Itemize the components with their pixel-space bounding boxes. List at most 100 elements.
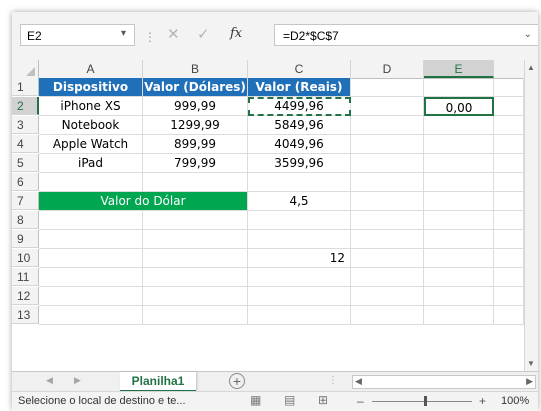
cell-c4[interactable]: 4049,96 [248, 135, 351, 154]
vertical-scrollbar[interactable]: ▲ ▼ [524, 60, 538, 371]
scroll-left-icon[interactable]: ◀ [355, 376, 362, 387]
insert-function-icon[interactable]: fx [230, 26, 242, 41]
column-header-b[interactable]: B [143, 60, 248, 78]
cell-c6[interactable] [248, 173, 351, 192]
cell-f12[interactable] [494, 287, 524, 306]
add-sheet-icon[interactable]: + [229, 373, 245, 389]
cell-f7[interactable] [494, 192, 524, 211]
normal-view-icon[interactable]: ▦ [250, 394, 262, 406]
cell-b11[interactable] [143, 268, 248, 287]
cell-a8[interactable] [39, 211, 143, 230]
dollar-label-cell[interactable]: Valor do Dólar [39, 192, 248, 211]
zoom-level[interactable]: 100% [501, 395, 529, 407]
cell-b8[interactable] [143, 211, 248, 230]
cell-f6[interactable] [494, 173, 524, 192]
row-header-11[interactable]: 11 [12, 268, 39, 286]
zoom-slider[interactable] [372, 401, 472, 402]
scroll-down-icon[interactable]: ▼ [527, 359, 535, 368]
cell-e2-active[interactable]: 0,00 [424, 97, 494, 116]
cell-a10[interactable] [39, 249, 143, 268]
header-cell-valor-reais[interactable]: Valor (Reais) [248, 78, 351, 97]
cell-e6[interactable] [424, 173, 494, 192]
cell-b6[interactable] [143, 173, 248, 192]
column-header-d[interactable]: D [351, 60, 424, 78]
formula-input[interactable]: =D2*$C$7 ⌄ [274, 24, 538, 46]
expand-formula-icon[interactable]: ⌄ [524, 29, 532, 40]
column-header-c[interactable]: C [248, 60, 351, 78]
cell-d2[interactable] [351, 97, 424, 116]
scroll-up-icon[interactable]: ▲ [527, 63, 535, 72]
cell-d8[interactable] [351, 211, 424, 230]
cell-a6[interactable] [39, 173, 143, 192]
row-header-1[interactable]: 1 [12, 78, 39, 96]
row-header-13[interactable]: 13 [12, 306, 39, 324]
select-all-corner[interactable] [12, 60, 39, 78]
column-header-f[interactable] [494, 60, 524, 78]
row-header-6[interactable]: 6 [12, 173, 39, 191]
enter-icon[interactable]: ✓ [197, 25, 210, 43]
sheet-tab-planilha1[interactable]: Planilha1 [120, 372, 196, 392]
row-header-7[interactable]: 7 [12, 192, 39, 210]
cell-e3[interactable] [424, 116, 494, 135]
cell-e7[interactable] [424, 192, 494, 211]
cell-d6[interactable] [351, 173, 424, 192]
cell-a2[interactable]: iPhone XS [39, 97, 143, 116]
chevron-down-icon[interactable]: ▾ [121, 28, 126, 39]
cell-d10[interactable] [351, 249, 424, 268]
cell-f9[interactable] [494, 230, 524, 249]
dollar-value-cell[interactable]: 4,5 [248, 192, 351, 211]
row-header-4[interactable]: 4 [12, 135, 39, 153]
row-header-12[interactable]: 12 [12, 287, 39, 305]
cell-d13[interactable] [351, 306, 424, 325]
cell-b3[interactable]: 1299,99 [143, 116, 248, 135]
page-break-view-icon[interactable]: ⊞ [318, 394, 330, 406]
cell-a9[interactable] [39, 230, 143, 249]
column-header-a[interactable]: A [39, 60, 143, 78]
cell-e9[interactable] [424, 230, 494, 249]
cell-b5[interactable]: 799,99 [143, 154, 248, 173]
next-sheet-icon[interactable]: ▶ [74, 375, 81, 386]
cell-c11[interactable] [248, 268, 351, 287]
prev-sheet-icon[interactable]: ◀ [46, 375, 53, 386]
zoom-in-icon[interactable]: + [479, 394, 486, 408]
cell-c8[interactable] [248, 211, 351, 230]
cell-e11[interactable] [424, 268, 494, 287]
cell-a5[interactable]: iPad [39, 154, 143, 173]
cell-d5[interactable] [351, 154, 424, 173]
cell-f11[interactable] [494, 268, 524, 287]
cancel-icon[interactable]: ✕ [167, 25, 180, 43]
cell-f8[interactable] [494, 211, 524, 230]
page-layout-view-icon[interactable]: ▤ [284, 394, 296, 406]
header-cell-valor-dolares[interactable]: Valor (Dólares) [143, 78, 248, 97]
cell-f10[interactable] [494, 249, 524, 268]
cell-a4[interactable]: Apple Watch [39, 135, 143, 154]
cell-e5[interactable] [424, 154, 494, 173]
cell-d11[interactable] [351, 268, 424, 287]
cell-c10[interactable]: 12 [248, 249, 351, 268]
cell-e4[interactable] [424, 135, 494, 154]
zoom-slider-thumb[interactable] [424, 396, 427, 406]
column-header-e[interactable]: E [424, 60, 494, 78]
cell-c13[interactable] [248, 306, 351, 325]
horizontal-scrollbar[interactable]: ◀ ▶ [352, 375, 536, 389]
cell-e1[interactable] [424, 78, 494, 97]
cell-a12[interactable] [39, 287, 143, 306]
zoom-out-icon[interactable]: – [357, 394, 364, 408]
cell-b12[interactable] [143, 287, 248, 306]
cell-f1[interactable] [494, 78, 524, 97]
tab-scroll-separator[interactable]: ⋮ [328, 375, 338, 386]
cell-c12[interactable] [248, 287, 351, 306]
cell-d9[interactable] [351, 230, 424, 249]
cell-b2[interactable]: 999,99 [143, 97, 248, 116]
row-header-2[interactable]: 2 [12, 97, 39, 115]
scroll-right-icon[interactable]: ▶ [526, 376, 533, 387]
cell-f5[interactable] [494, 154, 524, 173]
cell-d3[interactable] [351, 116, 424, 135]
cell-a3[interactable]: Notebook [39, 116, 143, 135]
row-header-10[interactable]: 10 [12, 249, 39, 267]
cell-a11[interactable] [39, 268, 143, 287]
row-header-9[interactable]: 9 [12, 230, 39, 248]
cell-c2-copy-source[interactable]: 4499,96 [248, 97, 351, 116]
cell-f3[interactable] [494, 116, 524, 135]
cell-e12[interactable] [424, 287, 494, 306]
